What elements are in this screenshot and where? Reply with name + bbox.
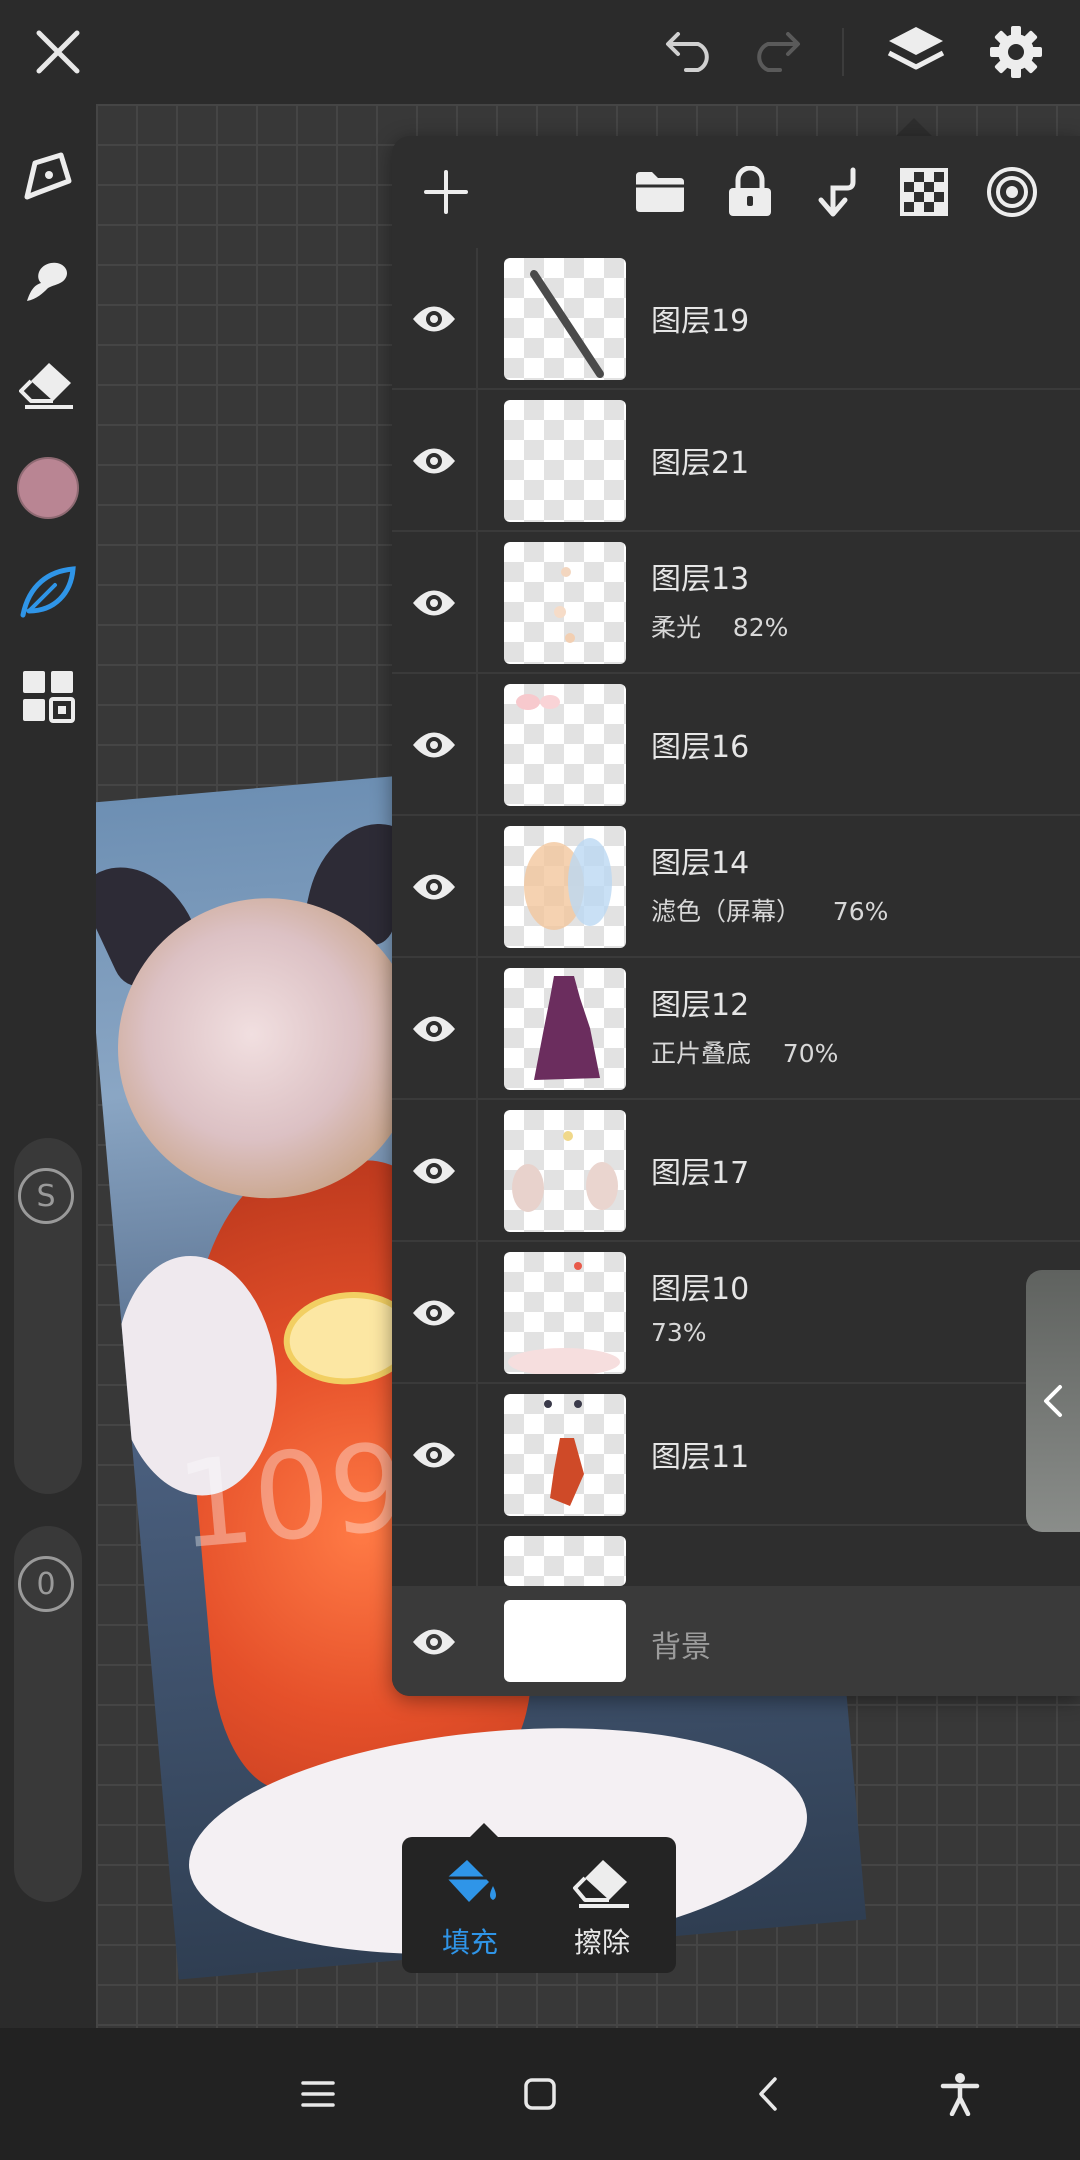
layers-panel: 图层19 图层21 图层13 柔光 82% 图层16 图层14 滤色（屏幕） 7… bbox=[392, 136, 1080, 1696]
home-icon[interactable] bbox=[512, 2066, 568, 2122]
layer-row-partial[interactable] bbox=[392, 1526, 1080, 1586]
layer-name: 图层10 bbox=[651, 1272, 750, 1307]
layer-blend-info: 73% bbox=[651, 1318, 707, 1347]
layer-thumbnail bbox=[504, 400, 626, 522]
merge-down-icon[interactable] bbox=[804, 160, 868, 224]
layer-thumbnail bbox=[504, 684, 626, 806]
add-icon[interactable] bbox=[414, 160, 478, 224]
popup-pointer bbox=[470, 1823, 498, 1837]
layer-thumbnail bbox=[504, 1394, 626, 1516]
layer-thumbnail bbox=[504, 1110, 626, 1232]
layer-blend-info: 滤色（屏幕） 76% bbox=[651, 897, 889, 926]
eye-icon[interactable] bbox=[406, 1614, 462, 1670]
erase-label: 擦除 bbox=[573, 1926, 630, 1959]
fill-button[interactable]: 填充 bbox=[410, 1851, 530, 1961]
target-icon[interactable] bbox=[980, 160, 1044, 224]
eye-icon[interactable] bbox=[406, 1427, 462, 1483]
back-icon[interactable] bbox=[740, 2066, 796, 2122]
layer-blend-info: 柔光 82% bbox=[651, 613, 789, 642]
pen-icon[interactable] bbox=[16, 144, 80, 208]
toolbar-divider bbox=[842, 28, 844, 76]
layer-row[interactable]: 图层16 bbox=[392, 674, 1080, 816]
menu-icon[interactable] bbox=[290, 2066, 346, 2122]
panel-pointer bbox=[896, 118, 932, 136]
eraser-icon[interactable] bbox=[16, 352, 80, 416]
layer-thumbnail bbox=[504, 258, 626, 380]
layer-name: 图层21 bbox=[651, 446, 750, 481]
layer-row[interactable]: 图层19 bbox=[392, 248, 1080, 390]
leaf-brush-icon[interactable] bbox=[16, 560, 80, 624]
eye-icon[interactable] bbox=[406, 1143, 462, 1199]
eye-icon[interactable] bbox=[406, 717, 462, 773]
close-icon[interactable] bbox=[26, 20, 90, 84]
layers-icon[interactable] bbox=[884, 20, 948, 84]
eye-icon[interactable] bbox=[406, 1285, 462, 1341]
opacity-slider[interactable]: 0 bbox=[14, 1526, 82, 1902]
layer-name: 图层13 bbox=[651, 562, 750, 597]
gear-icon[interactable] bbox=[984, 20, 1048, 84]
eye-icon[interactable] bbox=[406, 433, 462, 489]
collapse-panel-tab[interactable] bbox=[1026, 1270, 1080, 1532]
layer-row[interactable]: 图层17 bbox=[392, 1100, 1080, 1242]
layer-thumbnail bbox=[504, 1536, 626, 1586]
fill-popup: 填充 擦除 bbox=[402, 1837, 676, 1973]
layer-row[interactable]: 图层21 bbox=[392, 390, 1080, 532]
chevron-left-icon bbox=[1044, 1385, 1062, 1417]
layer-row[interactable]: 图层11 bbox=[392, 1384, 1080, 1526]
layers-toolbar bbox=[392, 136, 1080, 248]
layer-name: 图层19 bbox=[651, 304, 750, 339]
layer-name: 图层12 bbox=[651, 988, 750, 1023]
brush-size-knob[interactable]: S bbox=[18, 1168, 74, 1224]
eye-icon[interactable] bbox=[406, 291, 462, 347]
checkerboard-icon[interactable] bbox=[892, 160, 956, 224]
eye-icon[interactable] bbox=[406, 859, 462, 915]
eye-icon[interactable] bbox=[406, 1001, 462, 1057]
undo-icon[interactable] bbox=[656, 20, 720, 84]
top-toolbar bbox=[0, 0, 1080, 104]
lock-icon[interactable] bbox=[718, 160, 782, 224]
layer-thumbnail bbox=[504, 826, 626, 948]
folder-icon[interactable] bbox=[628, 160, 692, 224]
layer-name: 图层16 bbox=[651, 730, 750, 765]
layer-thumbnail bbox=[504, 968, 626, 1090]
layer-name: 图层14 bbox=[651, 846, 750, 881]
layer-name: 图层11 bbox=[651, 1440, 750, 1475]
layer-row[interactable]: 图层10 73% bbox=[392, 1242, 1080, 1384]
layer-thumbnail bbox=[504, 542, 626, 664]
fill-label: 填充 bbox=[441, 1926, 498, 1959]
layer-row[interactable]: 图层12 正片叠底 70% bbox=[392, 958, 1080, 1100]
layer-name: 图层17 bbox=[651, 1156, 750, 1191]
left-toolbar bbox=[0, 104, 96, 816]
opacity-knob[interactable]: 0 bbox=[18, 1556, 74, 1612]
eye-icon[interactable] bbox=[406, 575, 462, 631]
layer-blend-info: 正片叠底 70% bbox=[651, 1039, 839, 1068]
layer-thumbnail bbox=[504, 1252, 626, 1374]
eraser-icon bbox=[542, 1851, 662, 1915]
brush-size-slider[interactable]: S bbox=[14, 1138, 82, 1494]
gallery-icon[interactable] bbox=[16, 664, 80, 728]
color-swatch[interactable] bbox=[16, 456, 80, 520]
accessibility-icon[interactable] bbox=[932, 2066, 988, 2122]
background-thumbnail bbox=[504, 1600, 626, 1682]
bucket-icon bbox=[410, 1851, 530, 1915]
system-nav-bar bbox=[0, 2028, 1080, 2160]
background-layer-name: 背景 bbox=[651, 1630, 711, 1665]
background-layer-row[interactable]: 背景 bbox=[392, 1586, 1080, 1696]
smudge-icon[interactable] bbox=[16, 248, 80, 312]
layer-row[interactable]: 图层13 柔光 82% bbox=[392, 532, 1080, 674]
redo-icon[interactable] bbox=[746, 20, 810, 84]
layer-row[interactable]: 图层14 滤色（屏幕） 76% bbox=[392, 816, 1080, 958]
erase-button[interactable]: 擦除 bbox=[542, 1851, 662, 1961]
